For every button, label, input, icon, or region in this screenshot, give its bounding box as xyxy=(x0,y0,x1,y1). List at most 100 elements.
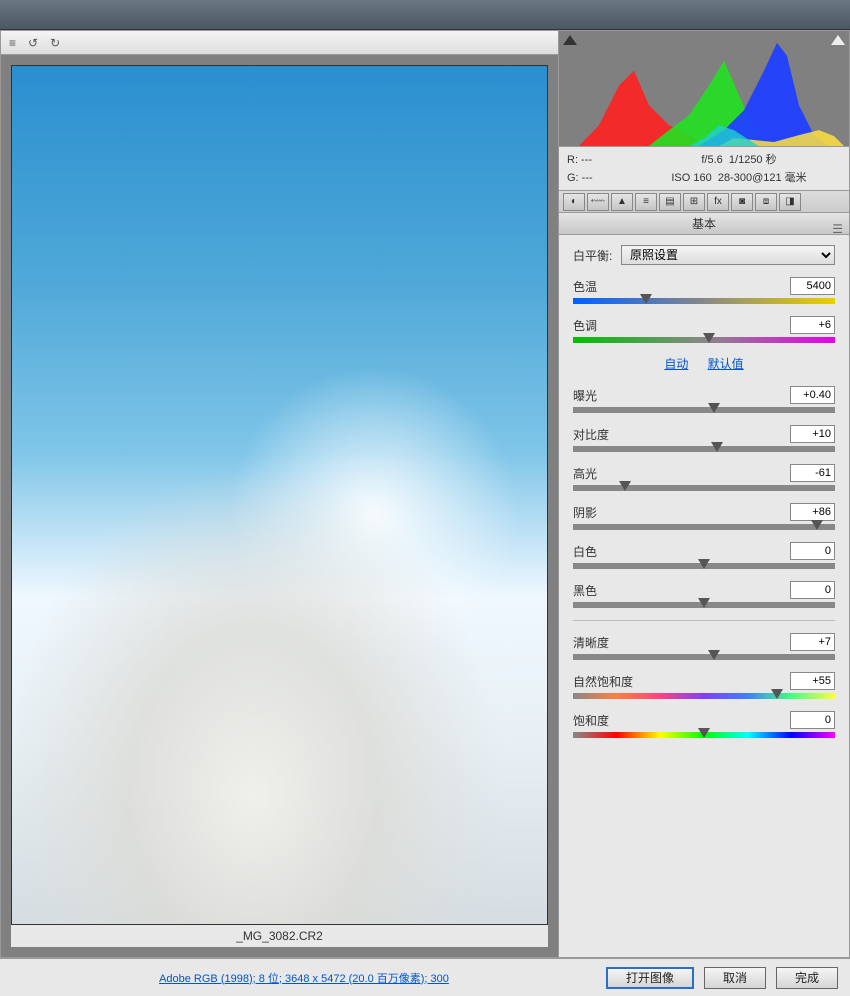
tint-row: 色调 xyxy=(573,316,835,343)
clarity-slider[interactable] xyxy=(573,654,835,660)
exposure-thumb[interactable] xyxy=(708,403,720,413)
panel-tabs: ◐ ⬳ ▲ ≡ ▤ ⊞ fx ◙ ⧈ ◨ xyxy=(559,191,849,213)
tab-camera[interactable]: ◙ xyxy=(731,193,753,211)
filename-label: _MG_3082.CR2 xyxy=(11,925,548,947)
tab-curve[interactable]: ⬳ xyxy=(587,193,609,211)
contrast-slider[interactable] xyxy=(573,446,835,452)
whites-thumb[interactable] xyxy=(698,559,710,569)
auto-link[interactable]: 自动 xyxy=(664,357,688,371)
separator xyxy=(573,620,835,621)
tint-input[interactable] xyxy=(790,316,835,334)
camera-raw-window: ≡ ↺ ↻ _MG_3082.CR2 xyxy=(0,0,850,996)
wb-select[interactable]: 原照设置 xyxy=(621,245,835,265)
white-balance-row: 白平衡: 原照设置 xyxy=(573,245,835,265)
tint-slider[interactable] xyxy=(573,337,835,343)
vibrance-row: 自然饱和度 xyxy=(573,672,835,699)
contrast-label: 对比度 xyxy=(573,426,609,443)
vibrance-input[interactable] xyxy=(790,672,835,690)
temp-label: 色温 xyxy=(573,278,597,295)
tab-basic[interactable]: ◐ xyxy=(563,193,585,211)
iso: ISO 160 xyxy=(671,172,711,184)
exposure-input[interactable] xyxy=(790,386,835,404)
panel-title-bar: 基本 ☰ xyxy=(559,213,849,235)
rotate-ccw-icon[interactable]: ↺ xyxy=(28,36,38,50)
saturation-thumb[interactable] xyxy=(698,728,710,738)
clarity-label: 清晰度 xyxy=(573,634,609,651)
rotate-cw-icon[interactable]: ↻ xyxy=(50,36,60,50)
preview-container: _MG_3082.CR2 xyxy=(1,55,558,957)
done-button[interactable]: 完成 xyxy=(776,967,838,989)
shadows-label: 阴影 xyxy=(573,504,597,521)
tab-presets[interactable]: ⧈ xyxy=(755,193,777,211)
blacks-slider[interactable] xyxy=(573,602,835,608)
temp-input[interactable] xyxy=(790,277,835,295)
main-area: ≡ ↺ ↻ _MG_3082.CR2 xyxy=(0,30,850,958)
clarity-input[interactable] xyxy=(790,633,835,651)
blacks-input[interactable] xyxy=(790,581,835,599)
highlights-thumb[interactable] xyxy=(619,481,631,491)
highlights-row: 高光 xyxy=(573,464,835,491)
menu-icon[interactable]: ≡ xyxy=(9,36,16,50)
shadows-slider[interactable] xyxy=(573,524,835,530)
left-panel: ≡ ↺ ↻ _MG_3082.CR2 xyxy=(1,31,559,957)
metadata-bar: R: --- G: --- B: --- f/5.6 1/1250 秒 ISO … xyxy=(559,147,849,191)
shadows-input[interactable] xyxy=(790,503,835,521)
tab-fx[interactable]: fx xyxy=(707,193,729,211)
temp-slider[interactable] xyxy=(573,298,835,304)
clarity-thumb[interactable] xyxy=(708,650,720,660)
exposure-row: 曝光 xyxy=(573,386,835,413)
vibrance-label: 自然饱和度 xyxy=(573,673,633,690)
highlights-input[interactable] xyxy=(790,464,835,482)
controls-area: 白平衡: 原照设置 色温 色调 自动 默认值 曝光 xyxy=(559,235,849,957)
default-link[interactable]: 默认值 xyxy=(708,357,744,371)
tab-lens[interactable]: ⊞ xyxy=(683,193,705,211)
blacks-row: 黑色 xyxy=(573,581,835,608)
temp-thumb[interactable] xyxy=(640,294,652,304)
tab-snapshots[interactable]: ◨ xyxy=(779,193,801,211)
saturation-input[interactable] xyxy=(790,711,835,729)
contrast-thumb[interactable] xyxy=(711,442,723,452)
footer-bar: Adobe RGB (1998); 8 位; 3648 x 5472 (20.0… xyxy=(0,958,850,996)
whites-label: 白色 xyxy=(573,543,597,560)
rgb-r: R: --- xyxy=(567,151,637,169)
whites-input[interactable] xyxy=(790,542,835,560)
panel-menu-icon[interactable]: ☰ xyxy=(832,218,843,240)
open-image-button[interactable]: 打开图像 xyxy=(606,967,694,989)
whites-slider[interactable] xyxy=(573,563,835,569)
right-panel: R: --- G: --- B: --- f/5.6 1/1250 秒 ISO … xyxy=(559,31,849,957)
aperture: f/5.6 xyxy=(701,154,722,166)
exposure-slider[interactable] xyxy=(573,407,835,413)
tab-hsl[interactable]: ≡ xyxy=(635,193,657,211)
highlights-label: 高光 xyxy=(573,465,597,482)
image-preview[interactable] xyxy=(11,65,548,925)
tab-split[interactable]: ▤ xyxy=(659,193,681,211)
wb-label: 白平衡: xyxy=(573,247,621,264)
panel-title: 基本 xyxy=(692,217,716,231)
contrast-row: 对比度 xyxy=(573,425,835,452)
clarity-row: 清晰度 xyxy=(573,633,835,660)
cancel-button[interactable]: 取消 xyxy=(704,967,766,989)
preview-toolbar: ≡ ↺ ↻ xyxy=(1,31,558,55)
tab-detail[interactable]: ▲ xyxy=(611,193,633,211)
contrast-input[interactable] xyxy=(790,425,835,443)
blacks-thumb[interactable] xyxy=(698,598,710,608)
histogram[interactable] xyxy=(559,31,849,147)
vibrance-slider[interactable] xyxy=(573,693,835,699)
highlights-slider[interactable] xyxy=(573,485,835,491)
temp-row: 色温 xyxy=(573,277,835,304)
auto-default-row: 自动 默认值 xyxy=(573,355,835,372)
shadows-row: 阴影 xyxy=(573,503,835,530)
tint-label: 色调 xyxy=(573,317,597,334)
vibrance-thumb[interactable] xyxy=(771,689,783,699)
shadow-clip-icon[interactable] xyxy=(563,35,577,45)
workflow-link[interactable]: Adobe RGB (1998); 8 位; 3648 x 5472 (20.0… xyxy=(12,970,596,986)
highlight-clip-icon[interactable] xyxy=(831,35,845,45)
title-bar xyxy=(0,0,850,30)
saturation-label: 饱和度 xyxy=(573,712,609,729)
tint-thumb[interactable] xyxy=(703,333,715,343)
shadows-thumb[interactable] xyxy=(811,520,823,530)
shutter: 1/1250 秒 xyxy=(729,154,777,166)
lens: 28-300@121 毫米 xyxy=(718,172,807,184)
saturation-slider[interactable] xyxy=(573,732,835,738)
saturation-row: 饱和度 xyxy=(573,711,835,738)
